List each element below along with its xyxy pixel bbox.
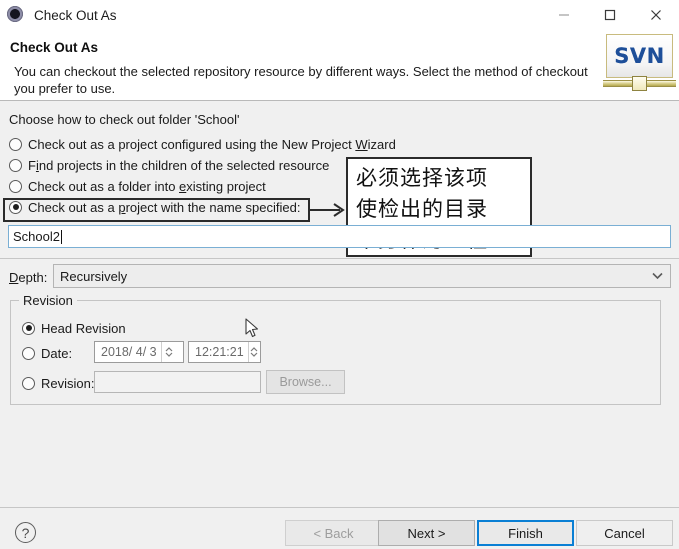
- radio-label: Check out as a folder into existing proj…: [28, 178, 266, 194]
- minimize-icon[interactable]: [541, 0, 587, 30]
- chevron-down-icon[interactable]: [644, 272, 670, 280]
- radio-indicator[interactable]: [22, 376, 35, 390]
- radio-label: Check out as a project configured using …: [28, 136, 396, 152]
- radio-label: Head Revision: [41, 320, 126, 336]
- wizard-body: Choose how to check out folder 'School' …: [0, 101, 679, 507]
- cancel-button[interactable]: Cancel: [576, 520, 673, 546]
- svn-logo-text: SVN: [614, 44, 665, 68]
- radio-indicator[interactable]: [9, 179, 22, 193]
- radio-option-folder-existing-project[interactable]: Check out as a folder into existing proj…: [9, 176, 266, 196]
- radio-indicator[interactable]: [9, 200, 22, 214]
- annotation-arrow-icon: [310, 203, 345, 217]
- radio-label: Date:: [41, 345, 73, 361]
- radio-indicator[interactable]: [9, 158, 22, 172]
- project-name-value: School2: [13, 229, 60, 244]
- depth-combobox[interactable]: Recursively: [53, 264, 671, 288]
- help-icon[interactable]: ?: [15, 522, 36, 543]
- svn-app-icon: [7, 6, 25, 24]
- wizard-footer: ? < Back Next > Finish Cancel: [0, 508, 679, 549]
- time-value: 12:21:21: [195, 345, 244, 359]
- revision-number-input[interactable]: [94, 371, 261, 393]
- annotation-line-2: 使检出的目录: [356, 197, 488, 221]
- annotation-line-1: 必须选择该项: [356, 166, 488, 190]
- text-caret: [60, 229, 62, 244]
- radio-label: Revision:: [41, 375, 95, 391]
- page-title: Check Out As: [10, 40, 99, 55]
- window-titlebar: Check Out As: [0, 0, 679, 30]
- maximize-icon[interactable]: [587, 0, 633, 30]
- radio-indicator[interactable]: [9, 137, 22, 151]
- radio-label: Check out as a project with the name spe…: [28, 199, 301, 215]
- choose-method-label: Choose how to check out folder 'School': [9, 112, 240, 127]
- browse-button[interactable]: Browse...: [266, 370, 345, 394]
- divider: [0, 258, 679, 259]
- depth-label: Depth:: [9, 270, 48, 285]
- radio-specific-revision[interactable]: Revision:: [22, 373, 94, 393]
- radio-option-find-projects[interactable]: Find projects in the children of the sel…: [9, 155, 329, 175]
- revision-group-title: Revision: [19, 293, 77, 308]
- radio-label: Find projects in the children of the sel…: [28, 157, 330, 173]
- close-icon[interactable]: [633, 0, 679, 30]
- wizard-header: Check Out As You can checkout the select…: [0, 30, 679, 101]
- date-value: 2018/ 4/ 3: [101, 345, 157, 359]
- radio-head-revision[interactable]: Head Revision: [22, 318, 126, 338]
- page-description: You can checkout the selected repository…: [14, 64, 588, 96]
- date-spinner[interactable]: 2018/ 4/ 3: [94, 341, 184, 363]
- radio-indicator[interactable]: [22, 346, 35, 360]
- finish-button[interactable]: Finish: [477, 520, 574, 546]
- time-spinner[interactable]: 12:21:21: [188, 341, 261, 363]
- date-stepper-icon[interactable]: [160, 342, 176, 362]
- svn-logo-icon: SVN: [603, 34, 676, 96]
- radio-indicator[interactable]: [22, 321, 35, 335]
- time-stepper-icon[interactable]: [247, 342, 260, 362]
- project-name-input[interactable]: School2: [8, 225, 671, 248]
- back-button[interactable]: < Back: [285, 520, 382, 546]
- window-title: Check Out As: [34, 7, 117, 23]
- next-button[interactable]: Next >: [378, 520, 475, 546]
- window-controls: [541, 0, 679, 30]
- depth-selected-value: Recursively: [60, 268, 128, 284]
- radio-option-project-name-specified[interactable]: Check out as a project with the name spe…: [9, 197, 300, 217]
- radio-option-new-project-wizard[interactable]: Check out as a project configured using …: [9, 134, 396, 154]
- radio-date-revision[interactable]: Date:: [22, 343, 72, 363]
